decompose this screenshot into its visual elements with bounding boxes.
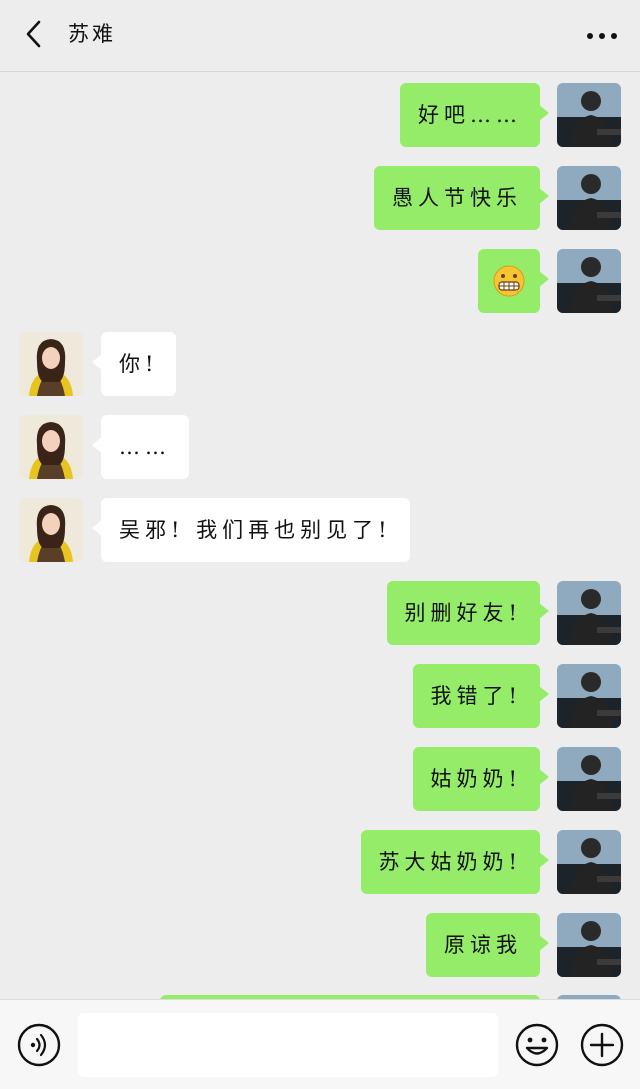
avatar-contact[interactable] [19, 332, 83, 396]
back-button[interactable] [16, 16, 52, 52]
message-input[interactable] [78, 1013, 498, 1077]
message-row: 吴邪! 我们再也别见了! [0, 498, 640, 562]
message-bubble[interactable]: …… [92, 415, 189, 479]
voice-button[interactable] [17, 1023, 61, 1067]
message-row [0, 249, 640, 313]
more-dots-icon [587, 33, 617, 39]
avatar-me[interactable] [557, 913, 621, 977]
message-bubble[interactable]: 吴邪! 我们再也别见了! [92, 498, 410, 562]
message-bubble[interactable]: 你! [91, 332, 177, 396]
chevron-left-icon [26, 20, 41, 48]
avatar-me[interactable] [557, 249, 621, 313]
chat-title: 苏难 [68, 22, 116, 46]
emoji-button[interactable] [515, 1023, 559, 1067]
avatar-me[interactable] [557, 747, 621, 811]
message-row: 原谅我 [0, 913, 640, 977]
avatar-me[interactable] [557, 581, 621, 645]
message-bubble[interactable] [478, 249, 549, 313]
avatar-me[interactable] [557, 830, 621, 894]
message-row: 苏大姑奶奶! [0, 830, 640, 894]
message-row: 你! [0, 332, 640, 396]
more-button[interactable] [584, 22, 620, 50]
message-bubble[interactable]: 原谅我 [426, 913, 549, 977]
plus-icon [580, 1023, 624, 1067]
avatar-me[interactable] [557, 166, 621, 230]
grimacing-face-emoji [493, 265, 525, 297]
chat-message-list[interactable]: 好吧…… 愚人节快乐 你! …… 吴邪! 我们再也别见了! 别删好友! 我错了!… [0, 73, 640, 999]
avatar-me[interactable] [557, 83, 621, 147]
avatar-contact[interactable] [19, 415, 83, 479]
emoji-smile-icon [515, 1023, 559, 1067]
message-row: …… [0, 415, 640, 479]
message-row: 我错了! [0, 664, 640, 728]
message-row: 姑奶奶! [0, 747, 640, 811]
chat-header: 苏难 [0, 0, 640, 72]
message-row: 别删好友! [0, 581, 640, 645]
message-bubble[interactable]: 别删好友! [386, 581, 550, 645]
message-bubble[interactable]: 愚人节快乐 [374, 166, 549, 230]
message-bubble[interactable]: 我错了! [412, 664, 550, 728]
message-row: 好吧…… [0, 83, 640, 147]
plus-button[interactable] [580, 1023, 624, 1067]
message-bubble[interactable]: 好吧…… [400, 83, 549, 147]
avatar-me[interactable] [557, 664, 621, 728]
avatar-contact[interactable] [19, 498, 83, 562]
input-bar [0, 999, 640, 1089]
message-bubble[interactable]: 姑奶奶! [412, 747, 550, 811]
voice-icon [17, 1023, 61, 1067]
message-row: 愚人节快乐 [0, 166, 640, 230]
message-bubble[interactable]: 苏大姑奶奶! [360, 830, 550, 894]
